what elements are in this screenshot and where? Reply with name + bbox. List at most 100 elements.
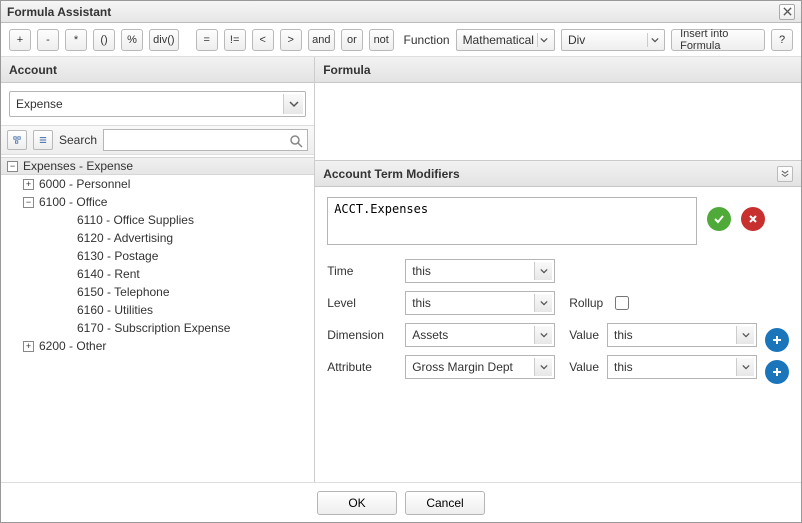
tree-node[interactable]: +6000 - Personnel xyxy=(1,175,314,193)
account-type-value: Expense xyxy=(16,97,63,111)
account-panel-title: Account xyxy=(9,63,57,77)
collapse-icon[interactable]: − xyxy=(23,197,34,208)
expand-icon[interactable]: + xyxy=(23,341,34,352)
attribute-value-select[interactable]: this xyxy=(607,355,757,379)
op-eq-button[interactable]: = xyxy=(196,29,218,51)
panel-collapse-button[interactable] xyxy=(777,166,793,182)
tree-node-label: 6160 - Utilities xyxy=(77,303,153,317)
dimension-label: Dimension xyxy=(327,328,397,342)
dimension-value: Assets xyxy=(412,328,448,342)
tree-root[interactable]: − Expenses - Expense xyxy=(1,157,314,175)
add-attribute-button[interactable] xyxy=(765,360,789,384)
tree-leaf[interactable]: 6120 - Advertising xyxy=(1,229,314,247)
tree-leaf[interactable]: 6140 - Rent xyxy=(1,265,314,283)
account-type-select[interactable]: Expense xyxy=(9,91,306,117)
op-lt-button[interactable]: < xyxy=(252,29,274,51)
chevron-down-icon xyxy=(534,262,552,280)
attribute-value-label: Value xyxy=(569,360,599,374)
function-label: Function xyxy=(404,33,450,47)
op-or-button[interactable]: or xyxy=(341,29,363,51)
collapse-icon[interactable]: − xyxy=(7,161,18,172)
tree-collapse-all-button[interactable] xyxy=(33,130,53,150)
op-paren-button[interactable]: () xyxy=(93,29,115,51)
tree-node-label: 6150 - Telephone xyxy=(77,285,170,299)
chevron-down-icon xyxy=(647,33,661,47)
window-close-button[interactable] xyxy=(779,4,795,20)
op-not-button[interactable]: not xyxy=(369,29,394,51)
dimension-select[interactable]: Assets xyxy=(405,323,555,347)
time-select[interactable]: this xyxy=(405,259,555,283)
list-icon xyxy=(39,136,47,144)
op-gt-button[interactable]: > xyxy=(280,29,302,51)
time-value: this xyxy=(412,264,431,278)
search-input[interactable] xyxy=(104,130,307,150)
attribute-select[interactable]: Gross Margin Dept xyxy=(405,355,555,379)
insert-into-formula-button[interactable]: Insert into Formula xyxy=(671,29,765,51)
tree-leaf[interactable]: 6130 - Postage xyxy=(1,247,314,265)
tree-node-label: 6140 - Rent xyxy=(77,267,140,281)
attribute-label: Attribute xyxy=(327,360,397,374)
account-term-input[interactable] xyxy=(327,197,697,245)
tree-node-label: 6200 - Other xyxy=(39,339,106,353)
tree-icon xyxy=(13,136,21,144)
formula-textarea[interactable] xyxy=(315,83,801,161)
reject-term-button[interactable] xyxy=(741,207,765,231)
time-label: Time xyxy=(327,264,397,278)
tree-node-label: 6120 - Advertising xyxy=(77,231,173,245)
function-category-select[interactable]: Mathematical xyxy=(456,29,555,51)
attribute-value-value: this xyxy=(614,360,633,374)
add-dimension-button[interactable] xyxy=(765,328,789,352)
op-and-button[interactable]: and xyxy=(308,29,335,51)
op-minus-button[interactable]: - xyxy=(37,29,59,51)
op-divfn-button[interactable]: div() xyxy=(149,29,179,51)
op-neq-button[interactable]: != xyxy=(224,29,246,51)
chevron-down-icon xyxy=(736,326,754,344)
tree-node-label: 6130 - Postage xyxy=(77,249,158,263)
tree-leaf[interactable]: 6110 - Office Supplies xyxy=(1,211,314,229)
tree-node-label: 6110 - Office Supplies xyxy=(77,213,194,227)
search-icon[interactable] xyxy=(287,132,305,150)
check-icon xyxy=(713,213,725,225)
help-button[interactable]: ? xyxy=(771,29,793,51)
search-label: Search xyxy=(59,133,97,147)
tree-node-label: 6170 - Subscription Expense xyxy=(77,321,230,335)
dimension-value-select[interactable]: this xyxy=(607,323,757,347)
tree-leaf[interactable]: 6160 - Utilities xyxy=(1,301,314,319)
chevron-down-icon xyxy=(537,33,551,47)
tree-node[interactable]: +6200 - Other xyxy=(1,337,314,355)
tree-node-label: 6000 - Personnel xyxy=(39,177,130,191)
ok-button[interactable]: OK xyxy=(317,491,397,515)
op-plus-button[interactable]: + xyxy=(9,29,31,51)
tree-expand-all-button[interactable] xyxy=(7,130,27,150)
tree-node-label: 6100 - Office xyxy=(39,195,107,209)
accept-term-button[interactable] xyxy=(707,207,731,231)
plus-icon xyxy=(771,366,783,378)
expand-icon[interactable]: + xyxy=(23,179,34,190)
function-select[interactable]: Div xyxy=(561,29,665,51)
account-tree: − Expenses - Expense +6000 - Personnel −… xyxy=(1,155,314,482)
level-select[interactable]: this xyxy=(405,291,555,315)
tree-node[interactable]: −6100 - Office xyxy=(1,193,314,211)
rollup-label: Rollup xyxy=(569,296,603,310)
dimension-value-value: this xyxy=(614,328,633,342)
tree-leaf[interactable]: 6150 - Telephone xyxy=(1,283,314,301)
window-title: Formula Assistant xyxy=(7,5,111,19)
level-label: Level xyxy=(327,296,397,310)
chevron-down-icon xyxy=(534,358,552,376)
level-value: this xyxy=(412,296,431,310)
op-percent-button[interactable]: % xyxy=(121,29,143,51)
double-chevron-down-icon xyxy=(781,170,789,178)
rollup-checkbox[interactable] xyxy=(615,296,629,310)
tree-root-label: Expenses - Expense xyxy=(23,159,133,173)
plus-icon xyxy=(771,334,783,346)
function-category-value: Mathematical xyxy=(463,33,534,47)
chevron-down-icon xyxy=(283,94,303,114)
function-value: Div xyxy=(568,33,585,47)
tree-leaf[interactable]: 6170 - Subscription Expense xyxy=(1,319,314,337)
dimension-value-label: Value xyxy=(569,328,599,342)
chevron-down-icon xyxy=(534,294,552,312)
op-multiply-button[interactable]: * xyxy=(65,29,87,51)
modifiers-panel-title: Account Term Modifiers xyxy=(323,167,459,181)
cancel-button[interactable]: Cancel xyxy=(405,491,485,515)
close-icon xyxy=(747,213,759,225)
